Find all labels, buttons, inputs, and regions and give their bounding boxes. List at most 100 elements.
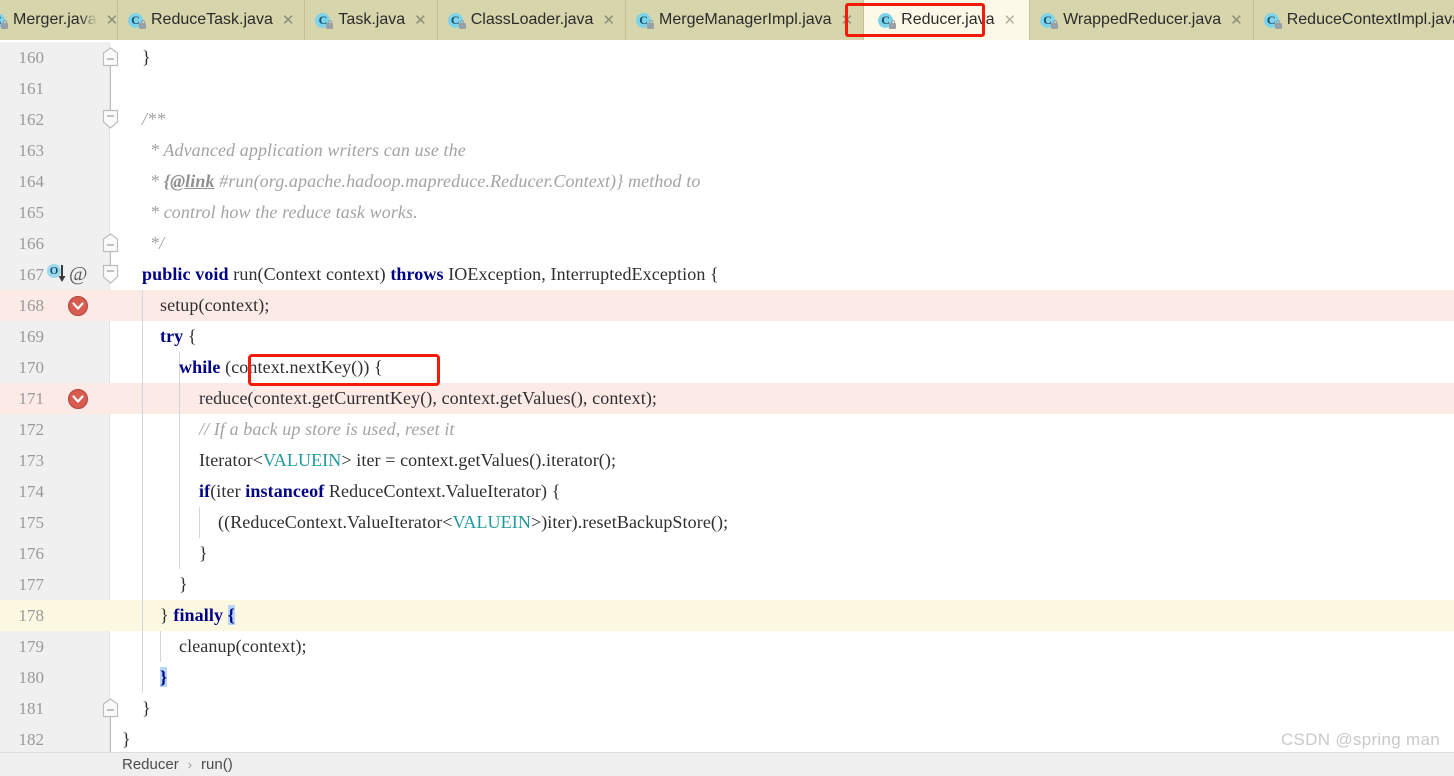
line-number: 172 [18, 420, 45, 439]
fold-guide [100, 73, 122, 104]
ide-window: C Merger.java ✕ C ReduceTask.java ✕ C Ta… [0, 0, 1454, 776]
line-number: 167 [18, 265, 45, 284]
tab-label: WrappedReducer.java [1063, 11, 1222, 28]
tab-label: ReduceTask.java [151, 11, 273, 28]
java-class-icon: C [636, 12, 655, 29]
line-number: 182 [18, 730, 45, 749]
line-number: 169 [18, 327, 45, 346]
code-text: reduce(context.getCurrentKey(), context.… [199, 388, 658, 408]
java-class-icon: C [1263, 12, 1282, 29]
close-icon[interactable]: ✕ [1229, 13, 1244, 28]
code-line-174: 174 if(iter instanceof ReduceContext.Val… [0, 476, 1454, 507]
fold-marker[interactable] [100, 693, 122, 724]
tab-label: MergeManagerImpl.java [659, 11, 832, 28]
editor-tab-task[interactable]: C Task.java ✕ [305, 0, 438, 40]
java-class-icon: C [0, 12, 8, 29]
code-text: cleanup(context); [179, 636, 307, 656]
breakpoint-icon[interactable] [68, 296, 88, 316]
code-line-175: 175 ((ReduceContext.ValueIterator<VALUEI… [0, 507, 1454, 538]
fold-marker[interactable] [100, 42, 122, 73]
fold-guide [100, 724, 122, 752]
code-text: } [160, 667, 168, 687]
code-line-168: 168 setup(context); [0, 290, 1454, 321]
code-line-170: 170 while (context.nextKey()) { [0, 352, 1454, 383]
line-number: 173 [18, 451, 45, 470]
code-text: setup(context); [160, 295, 270, 315]
editor-tab-reducer[interactable]: C Reducer.java ✕ [864, 0, 1031, 40]
close-icon[interactable]: ✕ [105, 13, 120, 28]
close-icon[interactable]: ✕ [840, 13, 855, 28]
close-icon[interactable]: ✕ [1003, 13, 1018, 28]
line-number: 168 [18, 296, 45, 315]
code-text: public void run(Context context) throws … [142, 264, 719, 284]
java-class-icon: C [315, 12, 334, 29]
line-number: 181 [18, 699, 45, 718]
line-number: 161 [18, 79, 45, 98]
breadcrumb: Reducer › run() [0, 752, 1454, 776]
code-text: } [142, 47, 151, 67]
line-number: 160 [18, 48, 45, 67]
breadcrumb-member[interactable]: run() [201, 756, 233, 773]
code-line-178: 178 } finally { [0, 600, 1454, 631]
code-text: // If a back up store is used, reset it [199, 419, 455, 439]
tab-label: ClassLoader.java [470, 11, 594, 28]
code-line-177: 177 } [0, 569, 1454, 600]
code-line-165: 165 * control how the reduce task works. [0, 197, 1454, 228]
breakpoint-icon[interactable] [68, 389, 88, 409]
code-text: ((ReduceContext.ValueIterator<VALUEIN>)i… [218, 512, 729, 532]
line-number: 170 [18, 358, 45, 377]
tab-label: Merger.java [13, 11, 97, 28]
line-number: 164 [18, 172, 45, 191]
editor-tab-reducecontextimpl[interactable]: C ReduceContextImpl.java ✕ [1253, 0, 1454, 40]
overriding-method-icon[interactable]: O [47, 264, 69, 285]
code-text: } [199, 543, 208, 563]
code-line-169: 169 try { [0, 321, 1454, 352]
code-line-179: 179 cleanup(context); [0, 631, 1454, 662]
code-line-161: 161 [0, 73, 1454, 104]
code-line-160: 160 } [0, 42, 1454, 73]
code-line-171: 171 reduce(context.getCurrentKey(), cont… [0, 383, 1454, 414]
code-editor[interactable]: 160 } 161 162 /** 163 * Advanced applica… [0, 42, 1454, 752]
editor-tab-mergemanagerimpl[interactable]: C MergeManagerImpl.java ✕ [626, 0, 865, 40]
code-text: /** [142, 109, 166, 129]
code-text: try { [160, 326, 197, 346]
line-number: 166 [18, 234, 45, 253]
fold-marker[interactable] [100, 104, 122, 135]
code-text: */ [150, 233, 165, 253]
tab-label: Reducer.java [901, 11, 995, 28]
editor-tab-merger[interactable]: C Merger.java ✕ [0, 0, 118, 40]
code-text: * {@link #run(org.apache.hadoop.mapreduc… [150, 171, 701, 191]
line-number: 171 [18, 389, 45, 408]
editor-tab-wrappedreducer[interactable]: C WrappedReducer.java ✕ [1030, 0, 1254, 40]
editor-tab-classloader[interactable]: C ClassLoader.java ✕ [437, 0, 627, 40]
code-line-166: 166 */ [0, 228, 1454, 259]
code-text: } [179, 574, 188, 594]
watermark: CSDN @spring man [1280, 730, 1440, 749]
editor-tab-bar: C Merger.java ✕ C ReduceTask.java ✕ C Ta… [0, 0, 1454, 40]
code-line-182: 182 } [0, 724, 1454, 752]
editor-tab-reducetask[interactable]: C ReduceTask.java ✕ [118, 0, 306, 40]
line-number: 179 [18, 637, 45, 656]
line-number: 175 [18, 513, 45, 532]
line-number: 162 [18, 110, 45, 129]
line-number: 177 [18, 575, 45, 594]
close-icon[interactable]: ✕ [281, 13, 296, 28]
code-line-172: 172 // If a back up store is used, reset… [0, 414, 1454, 445]
fold-marker[interactable] [100, 228, 122, 259]
breadcrumb-class[interactable]: Reducer [122, 756, 179, 773]
code-text: while (context.nextKey()) { [179, 357, 383, 377]
code-line-164: 164 * {@link #run(org.apache.hadoop.mapr… [0, 166, 1454, 197]
annotation-icon[interactable]: @ [69, 262, 87, 286]
line-number: 176 [18, 544, 45, 563]
code-text: Iterator<VALUEIN> iter = context.getValu… [199, 450, 617, 470]
line-number: 165 [18, 203, 45, 222]
close-icon[interactable]: ✕ [413, 13, 428, 28]
tab-label: Task.java [338, 11, 406, 28]
code-line-162: 162 /** [0, 104, 1454, 135]
close-icon[interactable]: ✕ [601, 13, 616, 28]
fold-marker[interactable] [100, 259, 122, 290]
code-text: * Advanced application writers can use t… [150, 140, 466, 160]
code-text: } finally { [160, 605, 235, 625]
code-line-176: 176 } [0, 538, 1454, 569]
code-line-181: 181 } [0, 693, 1454, 724]
